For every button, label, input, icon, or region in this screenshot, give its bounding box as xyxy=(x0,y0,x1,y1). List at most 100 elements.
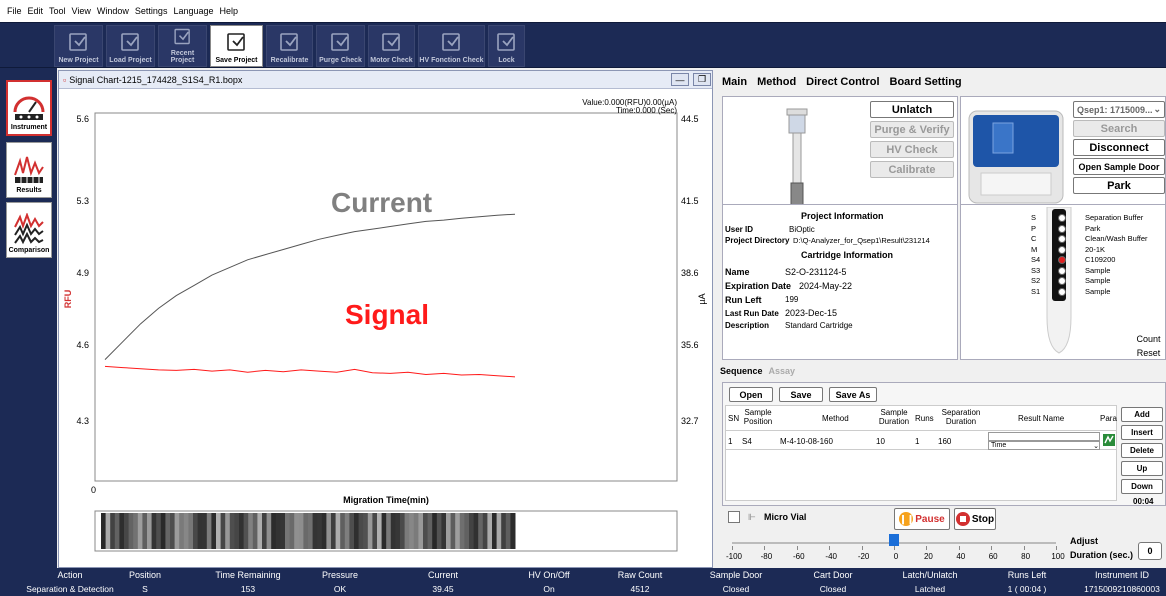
gel-band xyxy=(418,513,424,549)
device-select[interactable]: Qsep1: 1715009... ⌄ xyxy=(1073,101,1165,118)
restore-button[interactable]: ❐ xyxy=(693,73,711,86)
save-project-icon xyxy=(226,33,245,51)
slider-tick xyxy=(958,546,960,550)
gel-band xyxy=(496,513,502,549)
pause-icon: ❙❙ xyxy=(899,512,915,526)
hv-check-button[interactable]: HV Check xyxy=(870,141,954,158)
header-sn: SN xyxy=(728,414,740,423)
save-button[interactable]: Save xyxy=(779,387,823,402)
slot-code: P xyxy=(1031,223,1037,233)
slider-tick-label: 20 xyxy=(923,552,933,561)
gel-band xyxy=(294,513,300,549)
gel-band xyxy=(390,513,396,549)
row-sn: 1 xyxy=(728,437,733,446)
gel-band xyxy=(469,513,475,549)
load-project-button[interactable]: Load Project xyxy=(106,25,155,67)
menu-edit[interactable]: Edit xyxy=(27,6,45,16)
tab-sequence[interactable]: Sequence xyxy=(720,366,763,376)
gel-band xyxy=(510,513,516,549)
purge-verify-button[interactable]: Purge & Verify xyxy=(870,121,954,138)
save-project-button[interactable]: Save Project xyxy=(210,25,263,67)
y-tick-label: 4.3 xyxy=(76,416,89,426)
menu-settings[interactable]: Settings xyxy=(134,6,169,16)
offset-slider[interactable]: -100 -80 -60 -40 -20 0 20 40 60 80 100 xyxy=(724,532,1065,566)
slider-tick xyxy=(1023,546,1025,550)
chart-window-titlebar: ▫ Signal Chart-1215_174428_S1S4_R1.bopx … xyxy=(59,71,712,89)
gel-band xyxy=(285,513,291,549)
nav-results[interactable]: Results xyxy=(6,142,52,198)
down-button[interactable]: Down xyxy=(1121,479,1163,494)
tab-assay[interactable]: Assay xyxy=(769,366,796,376)
disconnect-button[interactable]: Disconnect xyxy=(1073,139,1165,156)
insert-button[interactable]: Insert xyxy=(1121,425,1163,440)
status-header: Sample Door xyxy=(709,570,763,580)
micro-vial-checkbox[interactable] xyxy=(728,511,740,523)
y2-axis-label: µA xyxy=(697,293,707,304)
reset-button[interactable]: Reset xyxy=(1132,347,1165,359)
calibrate-button[interactable]: Calibrate xyxy=(870,161,954,178)
tab-main[interactable]: Main xyxy=(720,76,749,88)
tab-method[interactable]: Method xyxy=(755,76,798,88)
gel-band xyxy=(487,513,493,549)
open-button[interactable]: Open xyxy=(729,387,773,402)
gel-band xyxy=(367,513,373,549)
up-button[interactable]: Up xyxy=(1121,461,1163,476)
table-row[interactable]: 1 S4 M-4-10-08-160 10 1 160 Time ⌄ xyxy=(726,430,1116,450)
gel-band xyxy=(335,513,341,549)
menu-file[interactable]: File xyxy=(6,6,23,16)
gel-band xyxy=(257,513,263,549)
new-project-button[interactable]: New Project xyxy=(54,25,103,67)
lock-button[interactable]: Lock xyxy=(488,25,525,67)
status-header: Pressure xyxy=(321,570,358,580)
stop-button[interactable]: Stop xyxy=(954,508,996,530)
menu-language[interactable]: Language xyxy=(172,6,214,16)
gel-band xyxy=(114,513,120,549)
status-header: Latch/Unlatch xyxy=(902,570,958,580)
add-button[interactable]: Add xyxy=(1121,407,1163,422)
last-run-date-value: 2023-Dec-15 xyxy=(785,308,838,318)
hv-fonction-check-button[interactable]: HV Fonction Check xyxy=(418,25,485,67)
gel-band xyxy=(211,513,217,549)
duration-input[interactable]: 0 xyxy=(1138,542,1162,560)
save-as-button[interactable]: Save As xyxy=(829,387,877,402)
menu-window[interactable]: Window xyxy=(96,6,130,16)
menu-view[interactable]: View xyxy=(71,6,92,16)
recent-project-button[interactable]: Recent Project xyxy=(158,25,207,67)
nav-comparison[interactable]: Comparison xyxy=(6,202,52,258)
y-axis-label: RFU xyxy=(63,290,73,309)
result-name-select[interactable]: Time ⌄ xyxy=(988,441,1100,450)
gel-band xyxy=(142,513,148,549)
result-name-input[interactable] xyxy=(988,432,1100,441)
header-para: Para xyxy=(1100,414,1117,423)
slider-tick xyxy=(829,546,831,550)
tab-direct-control[interactable]: Direct Control xyxy=(804,76,881,88)
slot-code: C xyxy=(1031,234,1037,243)
tab-board-setting[interactable]: Board Setting xyxy=(888,76,964,88)
menu-help[interactable]: Help xyxy=(219,6,240,16)
pause-button[interactable]: ❙❙ Pause xyxy=(894,508,950,530)
search-button[interactable]: Search xyxy=(1073,120,1165,137)
gel-band xyxy=(280,513,286,549)
slot-well xyxy=(1058,245,1066,254)
toolbar-label: Recalibrate xyxy=(270,57,309,64)
motor-check-button[interactable]: Motor Check xyxy=(368,25,415,67)
slider-tick xyxy=(861,546,863,550)
header-result-name: Result Name xyxy=(1018,414,1065,423)
menu-tool[interactable]: Tool xyxy=(48,6,67,16)
unlatch-button[interactable]: Unlatch xyxy=(870,101,954,118)
gel-band xyxy=(386,513,392,549)
slot-description: Clean/Wash Buffer xyxy=(1085,234,1148,243)
slider-thumb[interactable] xyxy=(889,534,899,546)
nav-instrument[interactable]: Instrument xyxy=(6,80,52,136)
slot-code: S3 xyxy=(1031,265,1041,275)
lock-icon xyxy=(496,33,515,51)
delete-button[interactable]: Delete xyxy=(1121,443,1163,458)
open-sample-door-button[interactable]: Open Sample Door xyxy=(1073,158,1165,175)
purge-check-button[interactable]: Purge Check xyxy=(316,25,365,67)
gel-band xyxy=(404,513,410,549)
park-button[interactable]: Park xyxy=(1073,177,1165,194)
recalibrate-button[interactable]: Recalibrate xyxy=(266,25,313,67)
minimize-button[interactable]: — xyxy=(671,73,689,86)
parameter-icon[interactable] xyxy=(1102,433,1116,447)
count-button[interactable]: Count xyxy=(1132,333,1165,345)
